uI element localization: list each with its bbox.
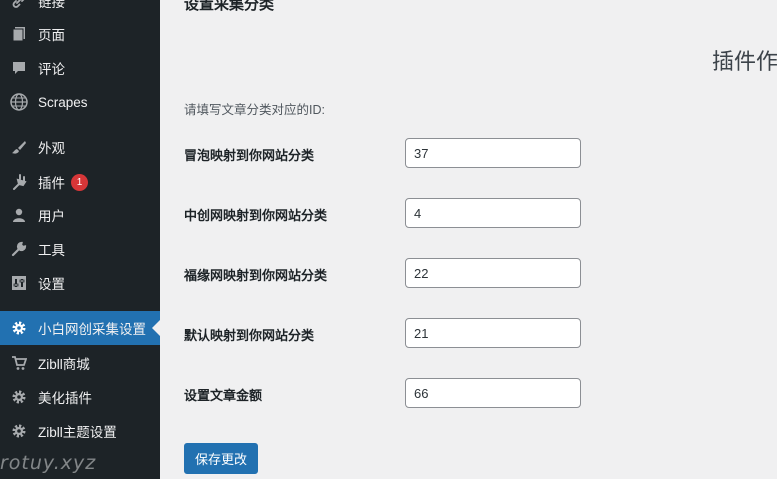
field-label-fuyuan: 福缘网映射到你网站分类 bbox=[184, 268, 328, 283]
cart-icon bbox=[9, 353, 29, 373]
fuyuan-category-input[interactable] bbox=[405, 258, 581, 288]
settings-icon bbox=[9, 273, 29, 293]
field-label-price: 设置文章金额 bbox=[184, 388, 263, 403]
plugin-author-heading: 插件作 bbox=[712, 49, 777, 74]
sidebar-item-pages[interactable]: 页面 bbox=[0, 17, 160, 51]
sidebar-item-label: 插件 bbox=[38, 176, 65, 191]
sidebar-item-label: 页面 bbox=[38, 28, 65, 43]
field-label-maopao: 冒泡映射到你网站分类 bbox=[184, 148, 315, 163]
field-label-zhongchuang: 中创网映射到你网站分类 bbox=[184, 208, 328, 223]
sidebar-item-zibll-theme-settings[interactable]: Zibll主题设置 bbox=[0, 414, 160, 448]
link-icon bbox=[9, 0, 29, 11]
page-title: 设置采集分类 bbox=[184, 0, 275, 13]
default-category-input[interactable] bbox=[405, 318, 581, 348]
wrench-icon bbox=[9, 239, 29, 259]
gear-icon bbox=[9, 387, 29, 407]
sidebar-item-label: Zibll商城 bbox=[38, 357, 90, 372]
sidebar-item-appearance[interactable]: 外观 bbox=[0, 130, 160, 164]
sidebar-item-label: Zibll主题设置 bbox=[38, 425, 117, 440]
brush-icon bbox=[9, 137, 29, 157]
sidebar-item-label: 小白网创采集设置 bbox=[38, 322, 146, 337]
gear-icon bbox=[9, 421, 29, 441]
sidebar-item-label: 外观 bbox=[38, 141, 65, 156]
sidebar-item-label: 评论 bbox=[38, 62, 65, 77]
sidebar-item-label: 工具 bbox=[38, 243, 65, 258]
sidebar-item-plugins[interactable]: 插件 1 bbox=[0, 165, 160, 199]
sidebar-item-label: Scrapes bbox=[38, 94, 88, 110]
sidebar-item-scrapes[interactable]: Scrapes bbox=[0, 85, 160, 119]
article-price-input[interactable] bbox=[405, 378, 581, 408]
sidebar-item-label: 链接 bbox=[38, 0, 65, 10]
intro-text: 请填写文章分类对应的ID: bbox=[184, 103, 325, 117]
maopao-category-input[interactable] bbox=[405, 138, 581, 168]
field-label-default: 默认映射到你网站分类 bbox=[184, 328, 315, 343]
save-changes-button[interactable]: 保存更改 bbox=[184, 443, 258, 474]
sidebar-item-label: 设置 bbox=[38, 277, 65, 292]
update-count-badge: 1 bbox=[71, 173, 88, 191]
sidebar-item-beautify-plugin[interactable]: 美化插件 bbox=[0, 380, 160, 414]
sidebar-item-settings[interactable]: 设置 bbox=[0, 266, 160, 300]
gear-icon bbox=[9, 318, 29, 338]
user-icon bbox=[9, 205, 29, 225]
sidebar-item-zibll-shop[interactable]: Zibll商城 bbox=[0, 346, 160, 380]
sidebar-item-label: 用户 bbox=[38, 209, 65, 224]
sidebar-item-label: 美化插件 bbox=[38, 391, 92, 406]
watermark-text: rotuy.xyz bbox=[0, 452, 97, 474]
plugin-icon bbox=[9, 172, 29, 192]
globe-icon bbox=[9, 92, 29, 112]
sidebar-item-users[interactable]: 用户 bbox=[0, 198, 160, 232]
comment-icon bbox=[9, 58, 29, 78]
main-content: 设置采集分类 插件作 请填写文章分类对应的ID: 冒泡映射到你网站分类 中创网映… bbox=[160, 0, 777, 479]
sidebar-item-xiaobai-settings[interactable]: 小白网创采集设置 bbox=[0, 311, 160, 345]
sidebar-item-comments[interactable]: 评论 bbox=[0, 51, 160, 85]
sidebar-item-links[interactable]: 链接 bbox=[0, 0, 160, 18]
page-icon bbox=[9, 24, 29, 44]
admin-sidebar: 链接 页面 评论 Scrapes 外观 插件 1 用户 工具 设置 小白网创采集… bbox=[0, 0, 160, 479]
sidebar-item-tools[interactable]: 工具 bbox=[0, 232, 160, 266]
zhongchuang-category-input[interactable] bbox=[405, 198, 581, 228]
